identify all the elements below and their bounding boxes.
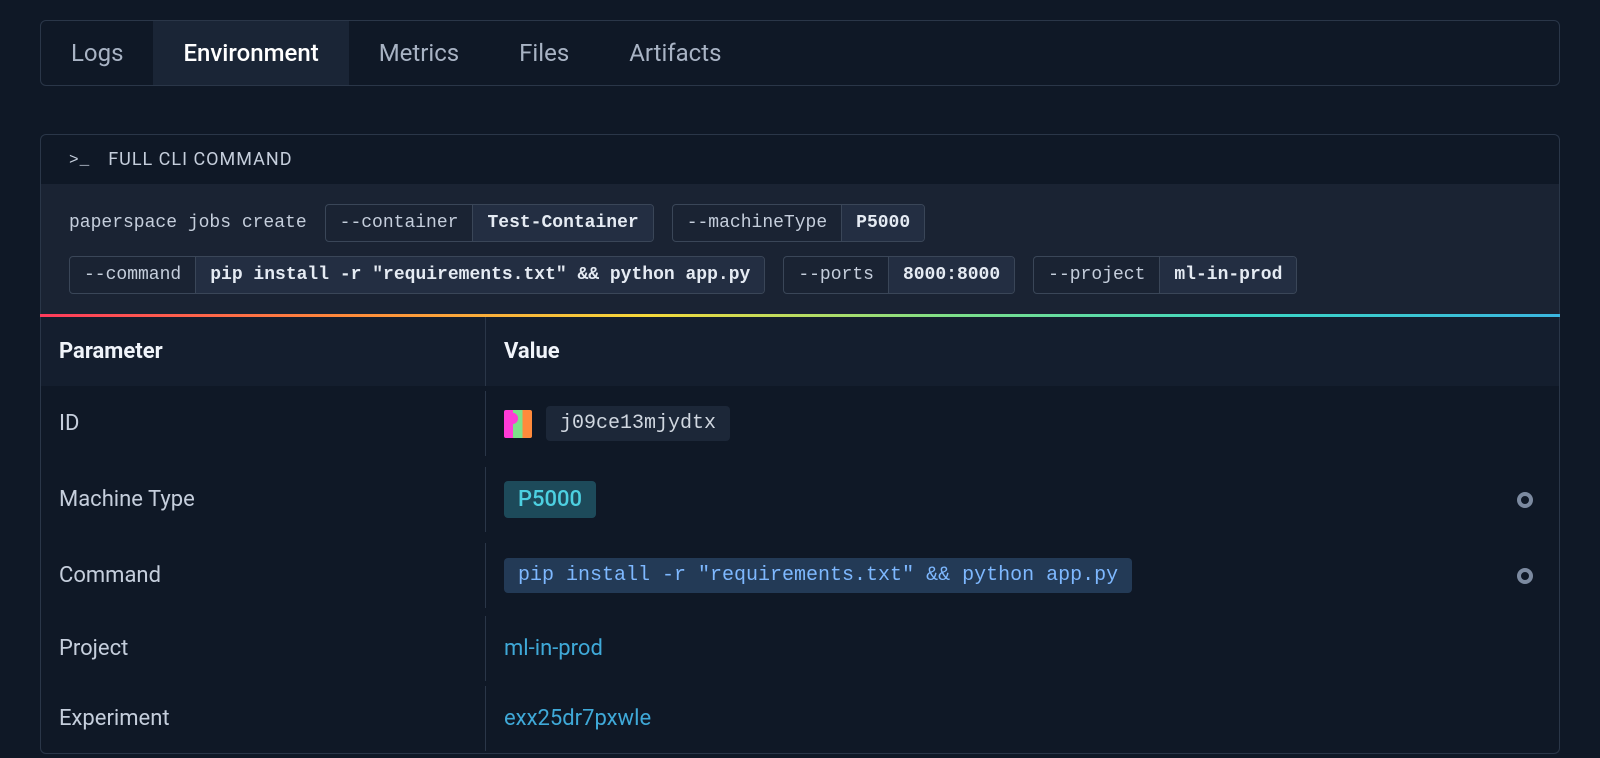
table-header-parameter: Parameter [41,317,486,386]
cli-value: pip install -r "requirements.txt" && pyt… [196,257,764,293]
terminal-prompt-icon: >_ [69,151,90,169]
tabs-bar: Logs Environment Metrics Files Artifacts [40,20,1560,86]
param-label: ID [41,391,486,456]
cli-panel: >_ FULL CLI COMMAND paperspace jobs crea… [40,134,1560,314]
cli-header: >_ FULL CLI COMMAND [41,135,1559,184]
row-action-icon[interactable] [1517,492,1533,508]
param-label: Experiment [41,686,486,751]
row-action-icon[interactable] [1517,568,1533,584]
cli-flag: --ports [784,257,889,293]
cli-flag: --command [70,257,196,293]
tab-environment[interactable]: Environment [153,21,348,85]
cli-arg-ports: --ports 8000:8000 [783,256,1015,294]
tab-metrics[interactable]: Metrics [349,21,489,85]
table-row-experiment: Experiment exx25dr7pxwle [41,683,1559,753]
param-label: Machine Type [41,467,486,532]
cli-flag: --project [1034,257,1160,293]
command-badge: pip install -r "requirements.txt" && pyt… [504,558,1132,593]
param-value: exx25dr7pxwle [486,686,1559,751]
id-avatar-icon [504,410,532,438]
table-row-command: Command pip install -r "requirements.txt… [41,538,1559,613]
cli-value: ml-in-prod [1160,257,1296,293]
machine-type-badge: P5000 [504,481,596,518]
cli-arg-machinetype: --machineType P5000 [672,204,925,242]
cli-value: P5000 [842,205,924,241]
table-row-id: ID j09ce13mjydtx [41,386,1559,461]
table-row-project: Project ml-in-prod [41,613,1559,683]
table-header-value: Value [486,317,1559,386]
param-value: ml-in-prod [486,616,1559,681]
cli-flag: --container [326,205,474,241]
cli-arg-container: --container Test-Container [325,204,654,242]
param-value: j09ce13mjydtx [486,386,1559,461]
param-value: P5000 [486,461,1559,538]
tab-artifacts[interactable]: Artifacts [599,21,751,85]
cli-arg-project: --project ml-in-prod [1033,256,1297,294]
project-link[interactable]: ml-in-prod [504,636,603,661]
cli-command-body: paperspace jobs create --container Test-… [41,184,1559,314]
cli-header-label: FULL CLI COMMAND [108,149,292,170]
table-row-machine-type: Machine Type P5000 [41,461,1559,538]
cli-flag: --machineType [673,205,842,241]
id-badge: j09ce13mjydtx [546,406,730,441]
cli-arg-command: --command pip install -r "requirements.t… [69,256,765,294]
param-label: Project [41,616,486,681]
cli-value: 8000:8000 [889,257,1014,293]
cli-value: Test-Container [473,205,652,241]
param-value: pip install -r "requirements.txt" && pyt… [486,538,1559,613]
experiment-link[interactable]: exx25dr7pxwle [504,706,651,731]
tab-logs[interactable]: Logs [41,21,153,85]
table-header-row: Parameter Value [41,317,1559,386]
cli-base-command: paperspace jobs create [69,213,307,233]
tab-files[interactable]: Files [489,21,599,85]
parameter-table: Parameter Value ID j09ce13mjydtx Machine… [40,317,1560,754]
param-label: Command [41,543,486,608]
